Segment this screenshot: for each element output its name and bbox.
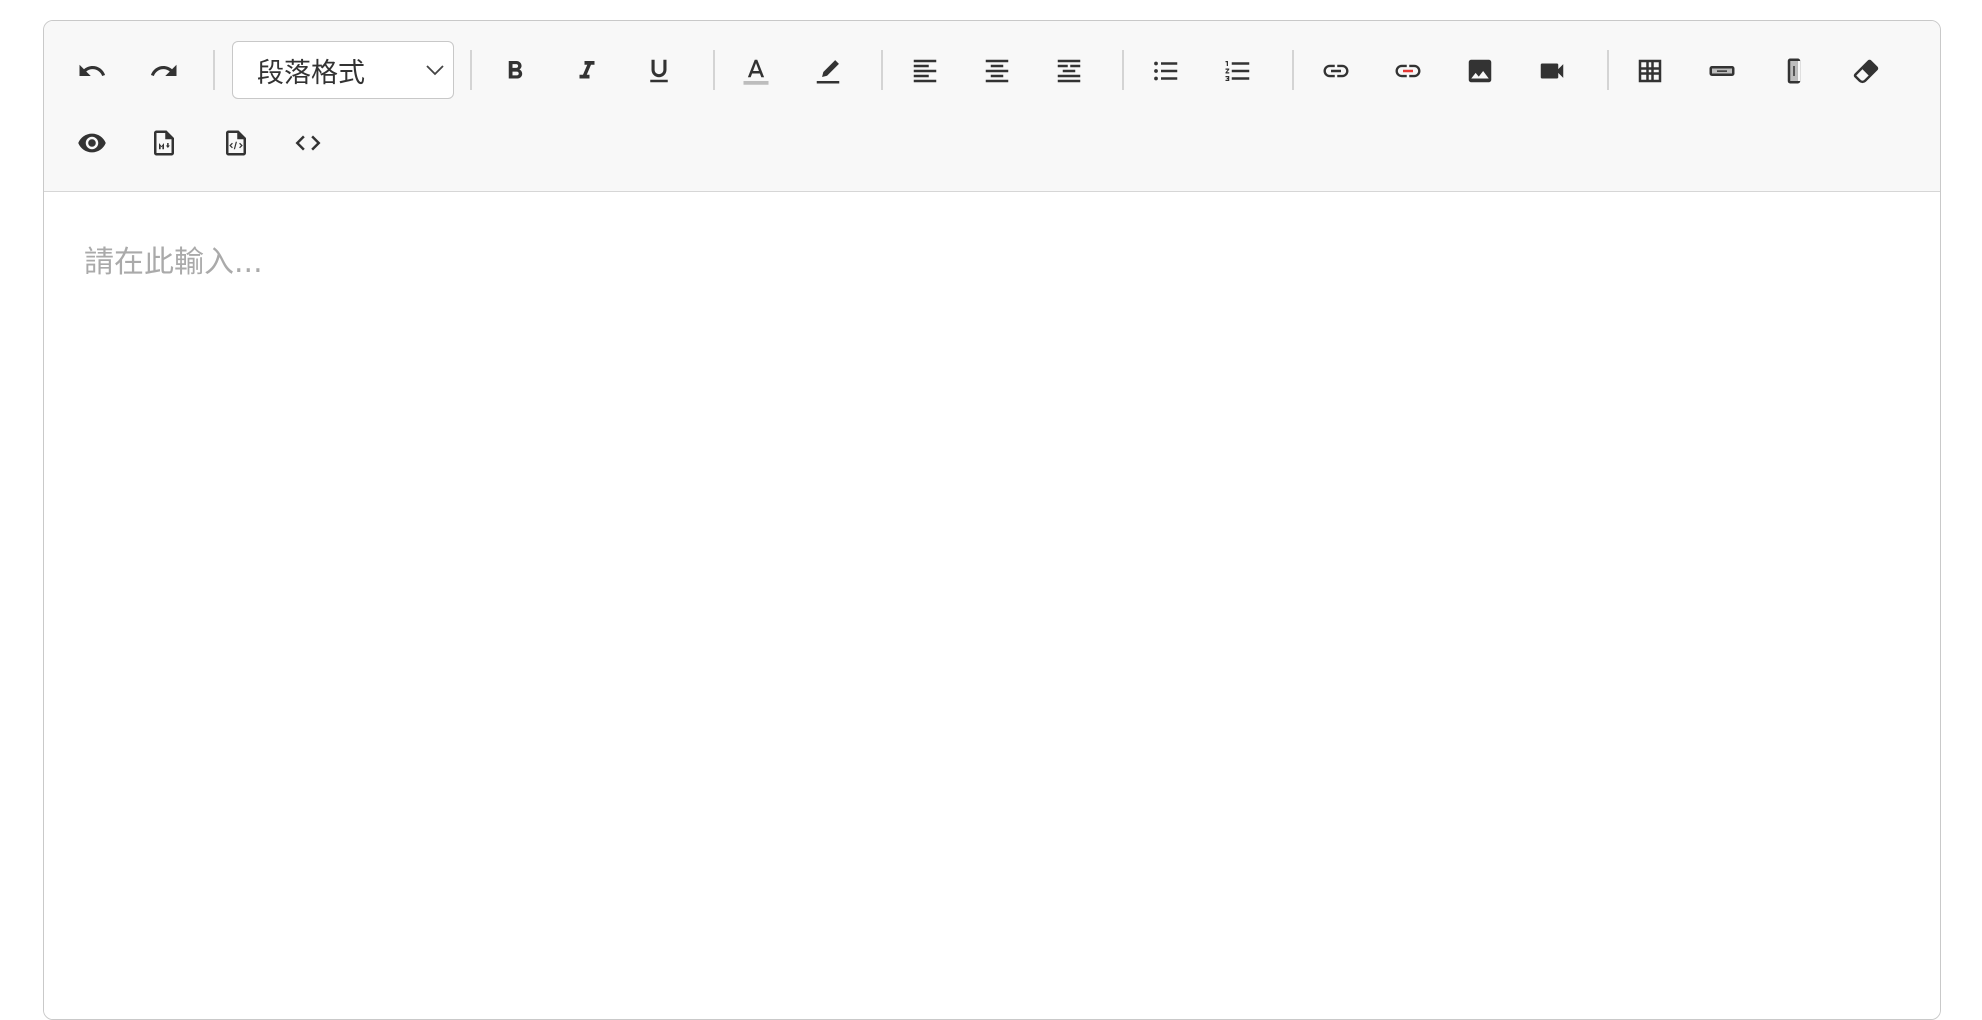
preview-button[interactable] [70, 121, 114, 165]
numbered-list-icon [1225, 61, 1250, 81]
redo-icon [150, 64, 177, 76]
insert-video-button[interactable] [1530, 49, 1574, 93]
clear-format-button[interactable] [1844, 49, 1888, 93]
unlink-icon [1395, 64, 1421, 78]
editor-toolbar: 段落格式 [44, 21, 1940, 192]
bold-icon [508, 61, 523, 79]
font-color-icon [743, 59, 769, 85]
undo-icon [79, 64, 106, 76]
insert-image-button[interactable] [1458, 49, 1502, 93]
eraser-icon [1853, 59, 1879, 84]
image-icon [1468, 59, 1492, 83]
toolbar-separator [1122, 50, 1124, 90]
markdown-file-icon [154, 130, 174, 156]
highlighter-icon [816, 60, 840, 84]
numbered-list-button[interactable] [1216, 49, 1260, 93]
indent-button[interactable] [1047, 49, 1091, 93]
align-center-icon [985, 59, 1009, 83]
code-file-icon [226, 130, 246, 156]
bullet-list-icon [1154, 61, 1178, 81]
paragraph-format-label: 段落格式 [257, 57, 365, 89]
indent-icon [1057, 59, 1081, 83]
insert-column-button[interactable] [1772, 49, 1816, 93]
bullet-list-button[interactable] [1144, 49, 1188, 93]
link-icon [1323, 64, 1349, 78]
insert-link-button[interactable] [1314, 49, 1358, 93]
video-icon [1540, 63, 1564, 79]
bold-button[interactable] [493, 49, 537, 93]
redo-button[interactable] [142, 49, 186, 93]
toolbar-separator [713, 50, 715, 90]
italic-icon [579, 61, 595, 79]
insert-table-button[interactable] [1628, 49, 1672, 93]
font-color-button[interactable] [734, 49, 778, 93]
editor-content-area[interactable] [44, 192, 1940, 1019]
chevron-down-icon [426, 65, 444, 76]
toolbar-separator [881, 50, 883, 90]
highlight-button[interactable] [806, 49, 850, 93]
row-icon [1709, 66, 1735, 76]
toolbar-separator [1292, 50, 1294, 90]
insert-row-button[interactable] [1700, 49, 1744, 93]
column-icon [1787, 58, 1801, 84]
italic-button[interactable] [565, 49, 609, 93]
align-left-button[interactable] [903, 49, 947, 93]
align-center-button[interactable] [975, 49, 1019, 93]
toolbar-separator [470, 50, 472, 90]
toolbar-separator [213, 50, 215, 90]
remove-link-button[interactable] [1386, 49, 1430, 93]
rich-text-editor: 段落格式 請在此輸入... [43, 20, 1941, 1020]
eye-icon [78, 133, 106, 153]
underline-button[interactable] [637, 49, 681, 93]
align-left-icon [913, 59, 937, 83]
html-file-button[interactable] [214, 121, 258, 165]
source-code-button[interactable] [286, 121, 330, 165]
underline-icon [650, 59, 668, 83]
markdown-button[interactable] [142, 121, 186, 165]
undo-button[interactable] [70, 49, 114, 93]
code-icon [295, 135, 321, 151]
toolbar-separator [1607, 50, 1609, 90]
table-icon [1638, 59, 1662, 83]
editor-placeholder: 請在此輸入... [84, 245, 263, 280]
paragraph-format-select[interactable]: 段落格式 [232, 41, 454, 99]
